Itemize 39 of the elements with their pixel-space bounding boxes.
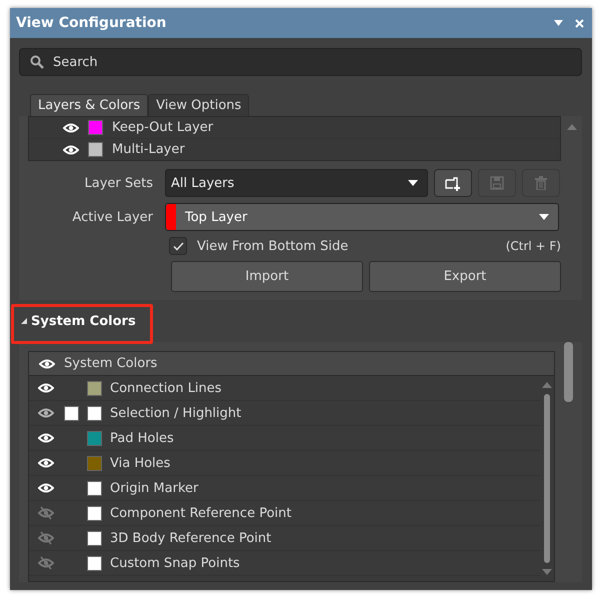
caret-icon (408, 180, 418, 186)
close-icon (575, 18, 584, 28)
scrollbar-thumb[interactable] (564, 342, 573, 402)
color-name: Selection / Highlight (110, 406, 242, 420)
color-name: Custom Snap Points (110, 556, 240, 570)
layer-name: Keep-Out Layer (112, 120, 214, 135)
caret-icon (539, 214, 549, 220)
column-header: System Colors (64, 356, 158, 371)
tab[interactable]: View Options (148, 94, 250, 116)
add-layer-icon (445, 176, 461, 190)
active-layer-dropdown[interactable]: Top Layer (165, 203, 559, 231)
dropdown-icon (554, 20, 563, 26)
trash-icon (535, 176, 547, 190)
add-button[interactable] (434, 169, 472, 197)
check-icon (172, 242, 184, 250)
scrollbar-thumb[interactable] (544, 394, 550, 563)
color-name: Pad Holes (110, 430, 174, 446)
scroll-down-icon (542, 569, 552, 575)
checkbox[interactable] (169, 237, 187, 255)
section-title: System Colors (31, 314, 136, 328)
color-name: 3D Body Reference Point (110, 530, 272, 546)
layer-sets-dropdown[interactable]: All Layers (165, 169, 428, 197)
color-name: Via Holes (110, 456, 170, 470)
scroll-up-icon (542, 382, 552, 388)
shortcut-text: (Ctrl + F) (506, 239, 561, 253)
layer-name: Multi-Layer (112, 142, 185, 157)
color-name: Component Reference Point (110, 506, 292, 520)
export-button[interactable]: Export (369, 261, 561, 292)
search-icon (30, 55, 44, 69)
field-label: Active Layer (71, 210, 153, 224)
checkbox-label: View From Bottom Side (197, 238, 350, 254)
color-name: Origin Marker (110, 480, 198, 496)
scroll-up-icon (566, 124, 576, 130)
tab[interactable]: Layers & Colors (30, 94, 148, 116)
import-button[interactable]: Import (171, 261, 363, 292)
window-title: View Configuration (16, 15, 168, 31)
field-label: Layer Sets (84, 176, 153, 190)
color-name: Connection Lines (110, 380, 222, 396)
search-field[interactable]: Search (19, 48, 582, 76)
